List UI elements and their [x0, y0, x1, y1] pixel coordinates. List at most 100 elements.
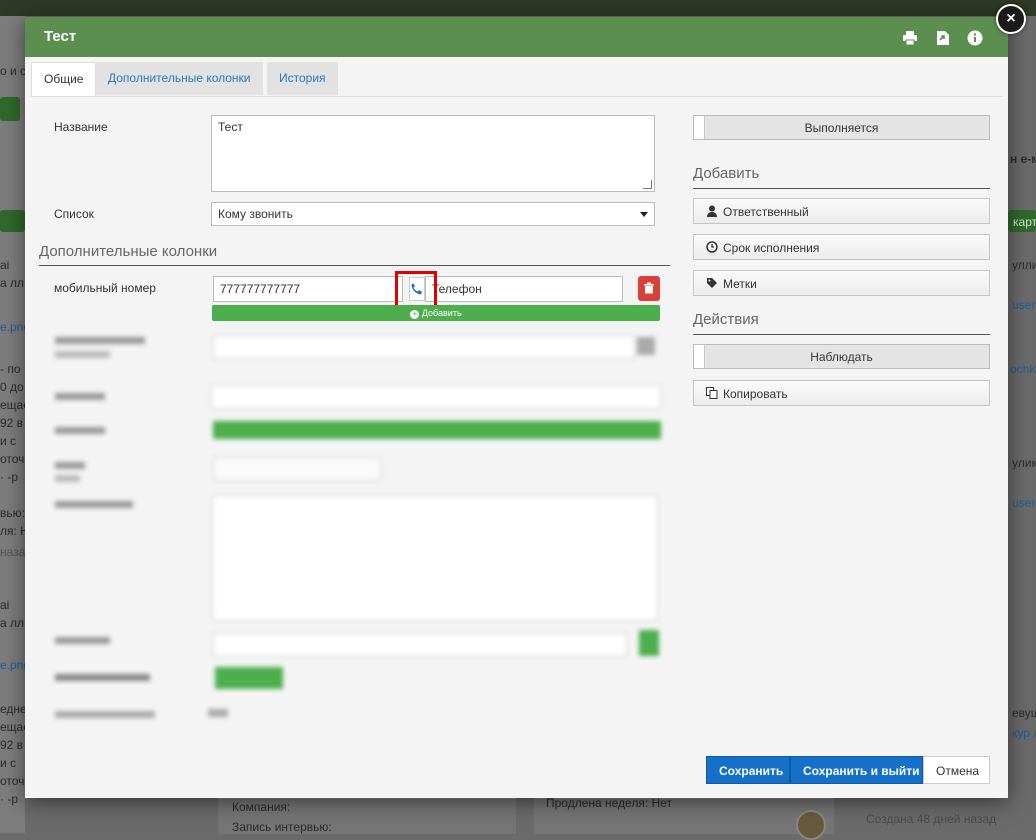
save-button[interactable]: Сохранить	[706, 756, 790, 784]
mobile-number-label: мобильный номер	[54, 281, 156, 295]
background-left-green-button	[0, 97, 20, 121]
blurred-label	[55, 674, 150, 681]
info-icon[interactable]	[967, 30, 983, 46]
highlight-box	[395, 271, 437, 309]
background-text: и с	[0, 756, 17, 770]
blurred-green-button	[215, 667, 283, 689]
background-text: Продлена неделя: Нет	[546, 796, 672, 810]
plus-circle-icon: +	[410, 309, 420, 319]
blurred-label	[55, 427, 105, 434]
blurred-label	[55, 711, 155, 718]
actions-heading: Действия	[693, 311, 759, 328]
name-label: Название	[54, 120, 108, 134]
mobile-number-value: 777777777777	[220, 282, 301, 296]
background-link: user3	[1012, 496, 1036, 510]
tags-button[interactable]: Метки	[693, 270, 990, 296]
blurred-green-button	[639, 630, 659, 656]
add-field-button[interactable]: + Добавить	[212, 305, 660, 321]
blurred-value	[208, 709, 228, 717]
blurred-green-bar	[213, 421, 661, 439]
blurred-label	[55, 637, 110, 644]
background-text: и с	[0, 434, 17, 448]
blurred-label	[55, 462, 85, 469]
modal-header: Тест	[25, 17, 1008, 57]
tab-general[interactable]: Общие	[31, 62, 97, 97]
list-select-value: Кому звонить	[218, 207, 293, 221]
task-modal: Тест Общие Дополнительные колонки Истори…	[25, 17, 1008, 798]
background-text: едне	[0, 702, 27, 716]
toggle-knob	[694, 116, 705, 139]
background-link: ochka	[1010, 362, 1036, 376]
responsible-button[interactable]: Ответственный	[693, 198, 990, 224]
mobile-number-input[interactable]: 777777777777	[213, 276, 403, 302]
extra-columns-heading: Дополнительные колонки	[39, 243, 218, 260]
section-divider	[693, 334, 990, 335]
blurred-button	[637, 337, 655, 355]
blurred-select	[211, 385, 661, 409]
cancel-button[interactable]: Отмена	[923, 756, 990, 784]
blurred-label	[55, 475, 80, 482]
blurred-label	[55, 351, 110, 358]
add-field-label: Добавить	[421, 308, 462, 318]
trash-icon	[644, 282, 654, 294]
status-toggle[interactable]: Выполняется	[693, 115, 990, 140]
background-text: 92 в	[0, 738, 24, 752]
background-text: ai	[0, 598, 10, 612]
background-text: · -р	[0, 792, 18, 806]
tabs-divider	[31, 96, 1003, 97]
deadline-button[interactable]: Срок исполнения	[693, 234, 990, 260]
copy-icon	[706, 387, 718, 399]
tag-icon	[707, 278, 717, 288]
export-icon[interactable]	[935, 30, 951, 46]
user-icon	[707, 205, 717, 217]
background-text: · -р	[0, 470, 18, 484]
tab-history[interactable]: История	[267, 62, 338, 95]
background-left-green-button-2	[0, 210, 25, 232]
background-link: кур А	[1012, 726, 1036, 740]
watch-toggle-label: Наблюдать	[810, 350, 873, 364]
background-text: евуш	[1012, 706, 1036, 720]
copy-button[interactable]: Копировать	[693, 380, 990, 406]
blurred-input	[213, 335, 635, 359]
background-text: Создана 48 дней назад	[866, 812, 997, 826]
background-text: а лл	[0, 276, 25, 290]
background-text: а лл	[0, 616, 25, 630]
blurred-label	[55, 393, 105, 400]
tags-label: Метки	[723, 277, 757, 291]
responsible-label: Ответственный	[723, 205, 809, 219]
background-text: оточ	[0, 452, 25, 466]
copy-label: Копировать	[723, 387, 788, 401]
background-text: улли	[1012, 258, 1036, 272]
save-and-exit-button[interactable]: Сохранить и выйти	[790, 756, 923, 784]
list-label: Список	[54, 207, 94, 221]
background-text: Компания:	[232, 800, 291, 814]
blurred-textarea	[212, 495, 658, 621]
close-icon[interactable]: ×	[996, 4, 1026, 34]
background-text: вью:	[0, 506, 25, 520]
list-select[interactable]: Кому звонить	[211, 202, 655, 226]
blurred-label	[55, 501, 133, 508]
tab-extra-columns[interactable]: Дополнительные колонки	[96, 62, 263, 95]
background-text: н e-м	[1010, 152, 1036, 166]
name-value: Тест	[218, 120, 243, 134]
toggle-knob	[694, 345, 705, 368]
background-text: улик	[1012, 456, 1036, 470]
name-textarea[interactable]: Тест	[211, 115, 655, 192]
clock-icon	[706, 241, 718, 253]
background-topbar	[0, 0, 1036, 16]
add-heading: Добавить	[693, 165, 760, 182]
watch-toggle[interactable]: Наблюдать	[693, 344, 990, 369]
avatar	[796, 810, 826, 840]
blurred-input	[213, 633, 627, 657]
background-text: 92 в	[0, 416, 24, 430]
section-divider	[693, 188, 990, 189]
background-text: ai	[0, 258, 10, 272]
background-text: 0 до	[0, 380, 24, 394]
status-toggle-label: Выполняется	[804, 121, 879, 135]
resize-handle-icon[interactable]	[643, 180, 652, 189]
background-text: - по	[0, 362, 21, 376]
phone-type-input[interactable]: Телефон	[425, 276, 623, 302]
print-icon[interactable]	[902, 30, 918, 46]
background-text: Запись интервью:	[232, 820, 332, 834]
delete-field-button[interactable]	[638, 276, 660, 301]
